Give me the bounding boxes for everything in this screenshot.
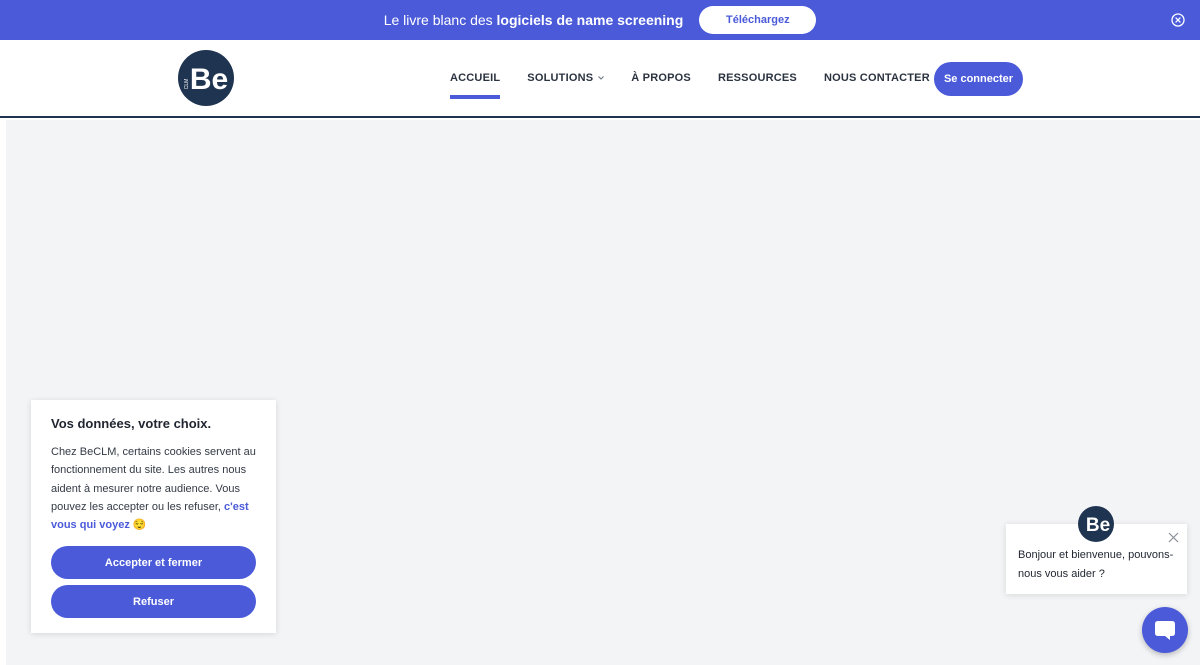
chat-avatar-text: Be <box>1086 515 1110 536</box>
cookie-title: Vos données, votre choix. <box>51 416 212 431</box>
accept-cookies-button[interactable]: Accepter et fermer <box>51 546 256 579</box>
refuse-cookies-button[interactable]: Refuser <box>51 585 256 618</box>
chat-bubble-icon <box>1155 621 1175 640</box>
site-header: Be CLM ACCUEIL SOLUTIONS À PROPOS RESSOU… <box>0 40 1200 118</box>
close-icon[interactable] <box>1171 13 1185 27</box>
chat-avatar: Be <box>1078 506 1114 542</box>
download-button[interactable]: Téléchargez <box>699 6 817 34</box>
cookie-consent-card: Vos données, votre choix. Chez BeCLM, ce… <box>31 400 276 633</box>
nav-item-nous-contacter[interactable]: NOUS CONTACTER <box>824 40 930 116</box>
cookie-body: Chez BeCLM, certains cookies servent au … <box>51 446 256 532</box>
announcement-bar: Le livre blanc des logiciels de name scr… <box>0 0 1200 40</box>
logo-text: Be <box>190 63 228 96</box>
nav-item-ressources[interactable]: RESSOURCES <box>718 40 797 116</box>
login-button[interactable]: Se connecter <box>934 62 1023 96</box>
nav-item-accueil[interactable]: ACCUEIL <box>450 40 501 116</box>
close-icon[interactable] <box>1168 532 1179 543</box>
logo-subtext: CLM <box>184 79 190 90</box>
relieved-face-icon: 😌 <box>132 519 147 532</box>
chat-launcher-button[interactable] <box>1142 607 1188 653</box>
announcement-text: Le livre blanc des logiciels de name scr… <box>383 12 684 28</box>
nav-item-solutions[interactable]: SOLUTIONS <box>527 40 605 116</box>
chevron-down-icon <box>598 76 605 80</box>
nav-item-a-propos[interactable]: À PROPOS <box>631 40 691 116</box>
chat-message: Bonjour et bienvenue, pouvons-nous vous … <box>1018 549 1174 580</box>
main-nav: ACCUEIL SOLUTIONS À PROPOS RESSOURCES NO… <box>450 40 957 116</box>
beclm-logo[interactable]: Be CLM <box>178 50 234 106</box>
